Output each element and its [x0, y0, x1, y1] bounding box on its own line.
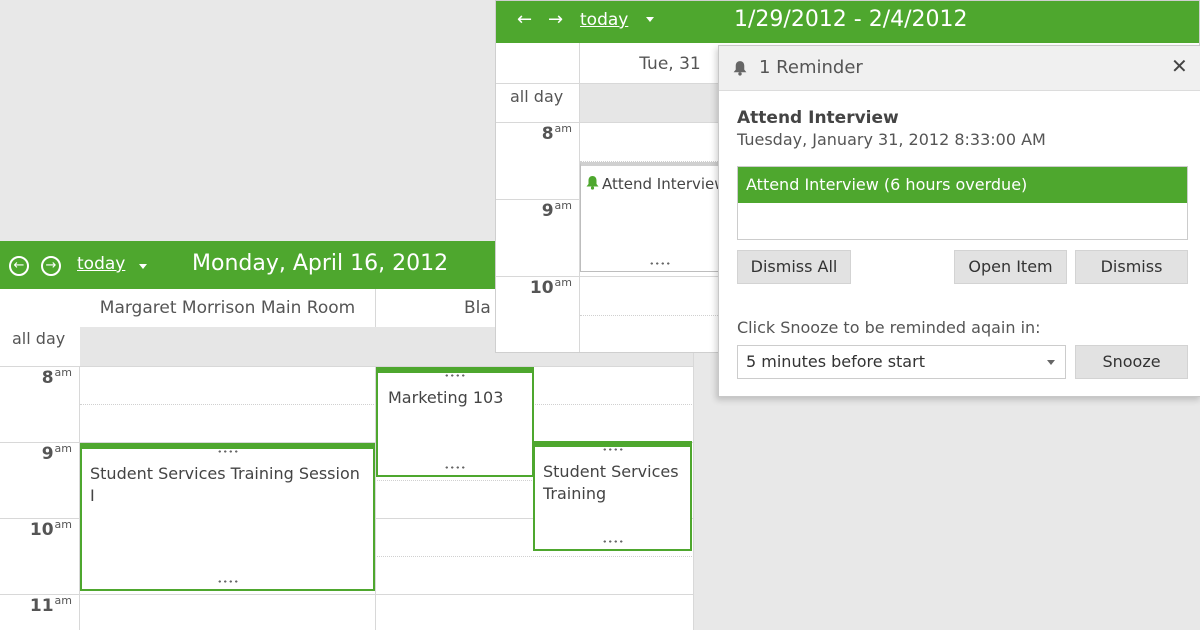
- snooze-time-value: 5 minutes before start: [746, 352, 925, 371]
- event-title: Student Services Training Session I: [90, 464, 360, 505]
- resize-handle-bottom[interactable]: [444, 466, 466, 469]
- close-button[interactable]: ✕: [1171, 54, 1191, 78]
- time-label: 10am: [529, 276, 572, 298]
- event-title: Attend Interview: [602, 175, 727, 193]
- reminder-list[interactable]: Attend Interview (6 hours overdue): [737, 166, 1188, 240]
- chevron-down-icon[interactable]: [139, 264, 147, 269]
- time-label: 8am: [41, 366, 72, 388]
- snooze-time-select[interactable]: 5 minutes before start: [737, 345, 1066, 379]
- today-button[interactable]: today: [77, 254, 125, 274]
- calendar-event[interactable]: Student Services Training Session I: [80, 443, 375, 591]
- arrow-left-icon: ←: [517, 9, 533, 30]
- snooze-prompt: Click Snooze to be reminded aqain in:: [737, 318, 1041, 337]
- resize-handle-top[interactable]: [444, 374, 466, 377]
- snooze-button[interactable]: Snooze: [1075, 345, 1188, 379]
- time-label: 9am: [41, 442, 72, 464]
- bell-icon: [586, 175, 599, 190]
- dialog-title: 1 Reminder: [759, 57, 863, 78]
- today-button[interactable]: today: [580, 10, 628, 30]
- chevron-down-icon[interactable]: [646, 17, 654, 22]
- reminder-subject: Attend Interview: [737, 108, 899, 128]
- reminder-datetime: Tuesday, January 31, 2012 8:33:00 AM: [737, 130, 1046, 149]
- arrow-left-circle-icon: ←: [13, 258, 25, 273]
- calendar-event[interactable]: Attend Interview: [580, 162, 740, 272]
- event-title: Student Services Training: [543, 462, 679, 503]
- arrow-right-circle-icon: →: [45, 258, 57, 273]
- time-label: 11am: [29, 594, 72, 616]
- grid-line: [0, 366, 694, 367]
- chevron-down-icon: [1047, 360, 1055, 365]
- resize-handle-bottom[interactable]: [649, 262, 671, 265]
- resource-column-header: Margaret Morrison Main Room: [99, 298, 356, 318]
- dialog-title-bar[interactable]: 1 Reminder ✕: [719, 46, 1200, 91]
- event-title: Marketing 103: [388, 388, 504, 407]
- calendar-event[interactable]: Marketing 103: [376, 367, 534, 477]
- date-range-title: 1/29/2012 - 2/4/2012: [734, 7, 968, 32]
- all-day-label: all day: [510, 87, 564, 106]
- bell-icon: [733, 60, 747, 80]
- resize-handle-bottom[interactable]: [216, 580, 239, 583]
- prev-week-button[interactable]: ←: [517, 11, 532, 29]
- arrow-right-icon: →: [548, 9, 564, 30]
- next-day-button[interactable]: →: [41, 256, 61, 276]
- time-label: 8am: [541, 122, 572, 144]
- date-title: Monday, April 16, 2012: [192, 251, 449, 276]
- time-label: 9am: [541, 199, 572, 221]
- calendar-event[interactable]: Student Services Training: [533, 441, 692, 551]
- open-item-button[interactable]: Open Item: [954, 250, 1067, 284]
- grid-line: [0, 594, 694, 595]
- reminder-dialog: 1 Reminder ✕ Attend Interview Tuesday, J…: [718, 45, 1200, 397]
- time-label: 10am: [29, 518, 72, 540]
- prev-day-button[interactable]: ←: [9, 256, 29, 276]
- resize-handle-top[interactable]: [601, 448, 624, 451]
- week-calendar-header: ← → today 1/29/2012 - 2/4/2012: [496, 1, 1199, 43]
- column-divider: [375, 289, 376, 327]
- all-day-label: all day: [12, 329, 66, 348]
- resize-handle-top[interactable]: [216, 450, 239, 453]
- dismiss-button[interactable]: Dismiss: [1075, 250, 1188, 284]
- resize-handle-bottom[interactable]: [601, 540, 624, 543]
- close-icon: ✕: [1171, 54, 1188, 78]
- next-week-button[interactable]: →: [548, 11, 563, 29]
- dismiss-all-button[interactable]: Dismiss All: [737, 250, 851, 284]
- list-item[interactable]: Attend Interview (6 hours overdue): [738, 167, 1187, 203]
